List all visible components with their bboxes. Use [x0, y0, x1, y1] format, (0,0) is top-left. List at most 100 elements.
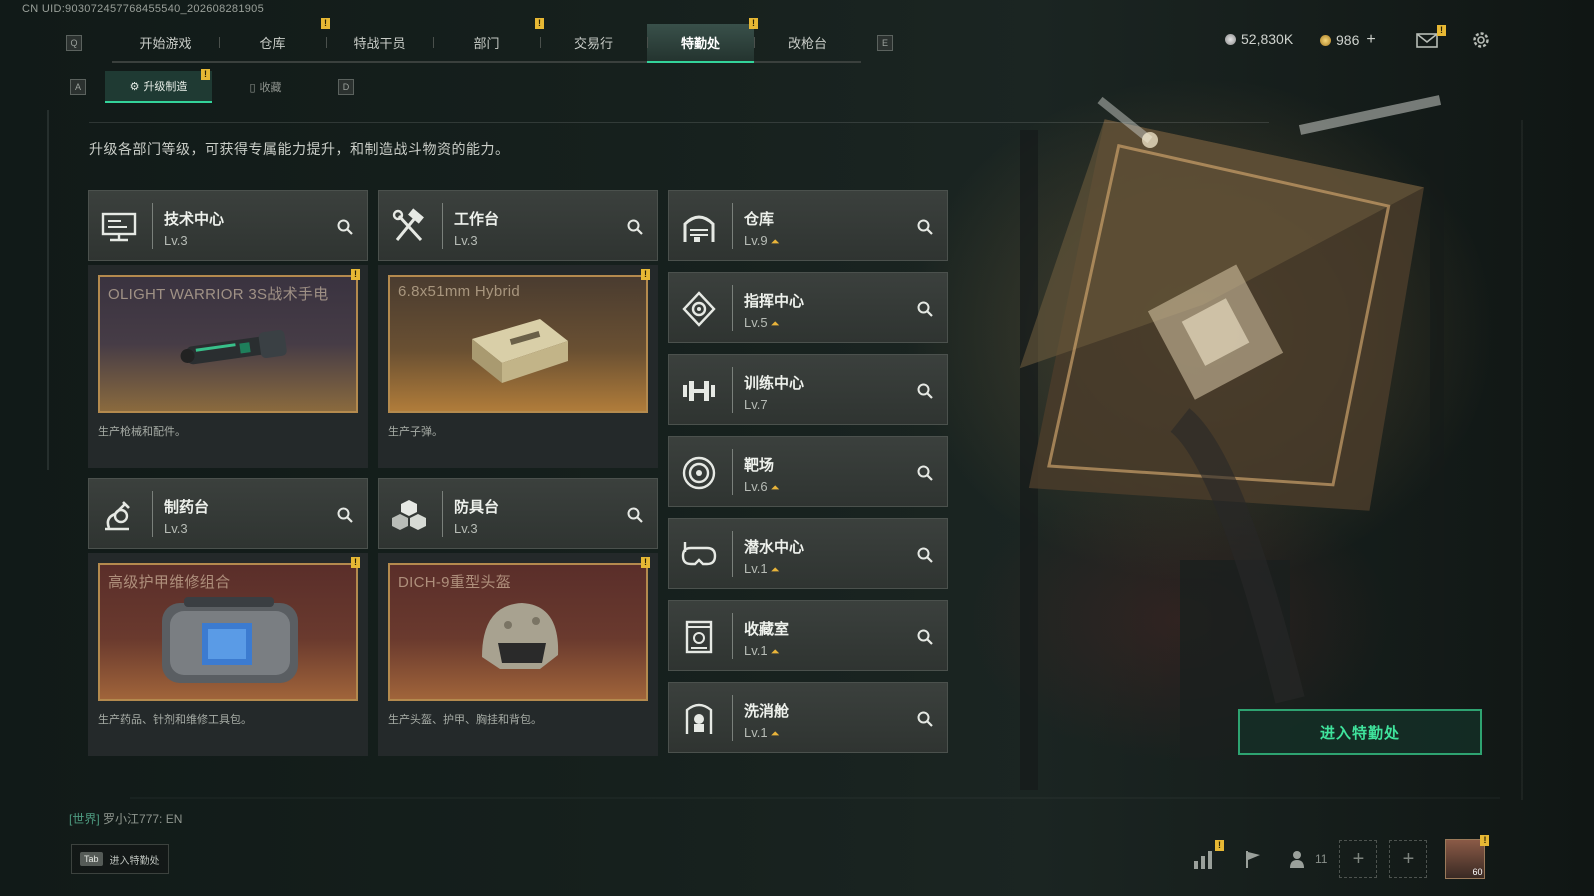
avatar-level: 60	[1472, 867, 1483, 877]
dept-name: 靶场	[744, 457, 775, 474]
collection-icon	[685, 620, 713, 654]
dept-card-warehouse[interactable]: 仓库 Lv.9 ⏶	[668, 190, 948, 261]
search-icon[interactable]	[915, 299, 935, 319]
notification-badge: !	[201, 69, 210, 80]
gold-amount: 986	[1336, 32, 1360, 48]
dept-card-armor-bench[interactable]: 防具台 Lv.3	[378, 478, 658, 549]
cubes-icon	[392, 500, 426, 530]
nav-left-key[interactable]: Q	[66, 35, 82, 51]
production-description: 生产头盔、护甲、胸挂和背包。	[388, 714, 542, 726]
upgrade-arrow-icon: ⏶	[770, 728, 780, 740]
flag-button[interactable]	[1238, 844, 1268, 874]
notification-badge: !	[641, 557, 650, 568]
enter-special-ops-button[interactable]: 进入特勤处	[1238, 709, 1482, 755]
production-card-workbench[interactable]: 6.8x51mm Hybrid ! 生产子弹。	[378, 265, 658, 468]
production-description: 生产子弹。	[388, 426, 443, 438]
subnav-right-key[interactable]: D	[338, 79, 354, 95]
nav-right-key[interactable]: E	[877, 35, 893, 51]
stats-button[interactable]: !	[1188, 840, 1224, 874]
helmet-icon	[482, 603, 559, 669]
tab-key: Tab	[80, 852, 103, 866]
silver-amount: 52,830K	[1241, 31, 1294, 47]
tab-special-ops[interactable]: 特勤处!	[647, 17, 758, 63]
target-icon	[682, 456, 716, 490]
friends-button[interactable]: 11	[1288, 849, 1327, 869]
production-item-frame[interactable]: 6.8x51mm Hybrid	[388, 275, 648, 413]
friends-count: 11	[1315, 852, 1328, 866]
search-icon[interactable]	[915, 545, 935, 565]
tab-trading[interactable]: 交易行	[540, 24, 647, 61]
search-icon[interactable]	[915, 381, 935, 401]
upgrade-arrow-icon: ⏶	[770, 236, 780, 248]
mail-button[interactable]: !	[1416, 25, 1446, 51]
production-card-pharmacy[interactable]: 高级护甲维修组合 ! 生产药品、针剂和维修工具包。	[88, 553, 368, 756]
goggles-icon	[681, 542, 717, 566]
production-item-frame[interactable]: 高级护甲维修组合	[98, 563, 358, 701]
dept-level: Lv.7	[744, 397, 768, 412]
dept-name: 技术中心	[164, 211, 225, 228]
player-avatar[interactable]: 60 !	[1445, 835, 1490, 879]
top-nav: Q 开始游戏 仓库! 特战干员 部门! 交易行 特勤处! 改枪台 E	[66, 17, 893, 63]
tab-gunsmith[interactable]: 改枪台	[754, 24, 861, 61]
chat-line[interactable]: [世界] 罗小江777: EN	[69, 810, 182, 827]
tab-start-game[interactable]: 开始游戏	[112, 24, 219, 61]
dept-card-pharmacy[interactable]: 制药台 Lv.3	[88, 478, 368, 549]
upgrade-arrow-icon: ⏶	[770, 482, 780, 494]
ammo-box-icon	[472, 319, 568, 383]
search-icon[interactable]	[625, 505, 645, 525]
dept-level: Lv.1	[744, 643, 768, 658]
chat-message: 罗小江777: EN	[103, 812, 183, 826]
dept-level: Lv.1	[744, 725, 768, 740]
production-card-armor-bench[interactable]: DICH-9重型头盔 ! 生产头盔、护甲、胸挂和背包。	[378, 553, 658, 756]
dept-card-command-center[interactable]: 指挥中心 Lv.5 ⏶	[668, 272, 948, 343]
user-uid: CN UID:903072457768455540_202608281905	[22, 3, 264, 15]
dept-card-shooting-range[interactable]: 靶场 Lv.6 ⏶	[668, 436, 948, 507]
search-icon[interactable]	[915, 627, 935, 647]
tab-key-hint[interactable]: Tab 进入特勤处	[71, 844, 169, 874]
search-icon[interactable]	[915, 709, 935, 729]
production-card-tech-center[interactable]: OLIGHT WARRIOR 3S战术手电 ! 生产枪械和配件。	[88, 265, 368, 468]
add-slot-button[interactable]: +	[1339, 840, 1378, 878]
flask-icon	[105, 501, 130, 531]
bar-chart-icon	[1194, 851, 1212, 869]
dept-card-diving-center[interactable]: 潜水中心 Lv.1 ⏶	[668, 518, 948, 589]
search-icon[interactable]	[915, 463, 935, 483]
sub-nav: A ⚙ 升级制造 ! ▯ 收藏 D	[70, 69, 354, 103]
production-item-frame[interactable]: OLIGHT WARRIOR 3S战术手电	[98, 275, 358, 413]
gold-coin-icon	[1320, 34, 1331, 46]
warehouse-icon	[683, 215, 715, 242]
page-description: 升级各部门等级，可获得专属能力提升，和制造战斗物资的能力。	[89, 141, 510, 157]
tab-warehouse[interactable]: 仓库!	[219, 17, 330, 61]
dept-level: Lv.5	[744, 315, 768, 330]
gold-currency[interactable]: 986 +	[1320, 31, 1376, 49]
tab-departments[interactable]: 部门!	[433, 17, 544, 61]
tab-operators[interactable]: 特战干员	[326, 24, 433, 61]
command-icon	[682, 291, 716, 327]
dept-name: 潜水中心	[744, 539, 805, 556]
dept-card-training-center[interactable]: 训练中心 Lv.7	[668, 354, 948, 425]
search-icon[interactable]	[625, 217, 645, 237]
wrench-icon: ⚙	[129, 80, 140, 93]
subnav-left-key[interactable]: A	[70, 79, 86, 95]
settings-button[interactable]	[1470, 29, 1492, 51]
search-icon[interactable]	[335, 505, 355, 525]
notification-badge: !	[351, 557, 360, 568]
search-icon[interactable]	[915, 217, 935, 237]
tab-upgrade-craft[interactable]: ⚙ 升级制造 !	[105, 69, 212, 103]
dept-level: Lv.9	[744, 233, 768, 248]
dept-card-workbench[interactable]: 工作台 Lv.3	[378, 190, 658, 261]
add-slot-button[interactable]: +	[1389, 840, 1428, 878]
upgrade-arrow-icon: ⏶	[770, 564, 780, 576]
friends-icon	[1290, 851, 1304, 868]
upgrade-arrow-icon: ⏶	[770, 318, 780, 330]
dept-card-decontamination[interactable]: 洗消舱 Lv.1 ⏶	[668, 682, 948, 753]
plus-icon: +	[1402, 847, 1415, 870]
bottom-toolbar: ! 11 + + 60 !	[1188, 835, 1490, 879]
add-gold-button[interactable]: +	[1366, 31, 1375, 49]
dept-card-tech-center[interactable]: 技术中心 Lv.3	[88, 190, 368, 261]
dept-card-collection-room[interactable]: 收藏室 Lv.1 ⏶	[668, 600, 948, 671]
production-item-frame[interactable]: DICH-9重型头盔	[388, 563, 648, 701]
search-icon[interactable]	[335, 217, 355, 237]
tab-collection[interactable]: ▯ 收藏	[212, 72, 319, 102]
notification-badge: !	[351, 269, 360, 280]
